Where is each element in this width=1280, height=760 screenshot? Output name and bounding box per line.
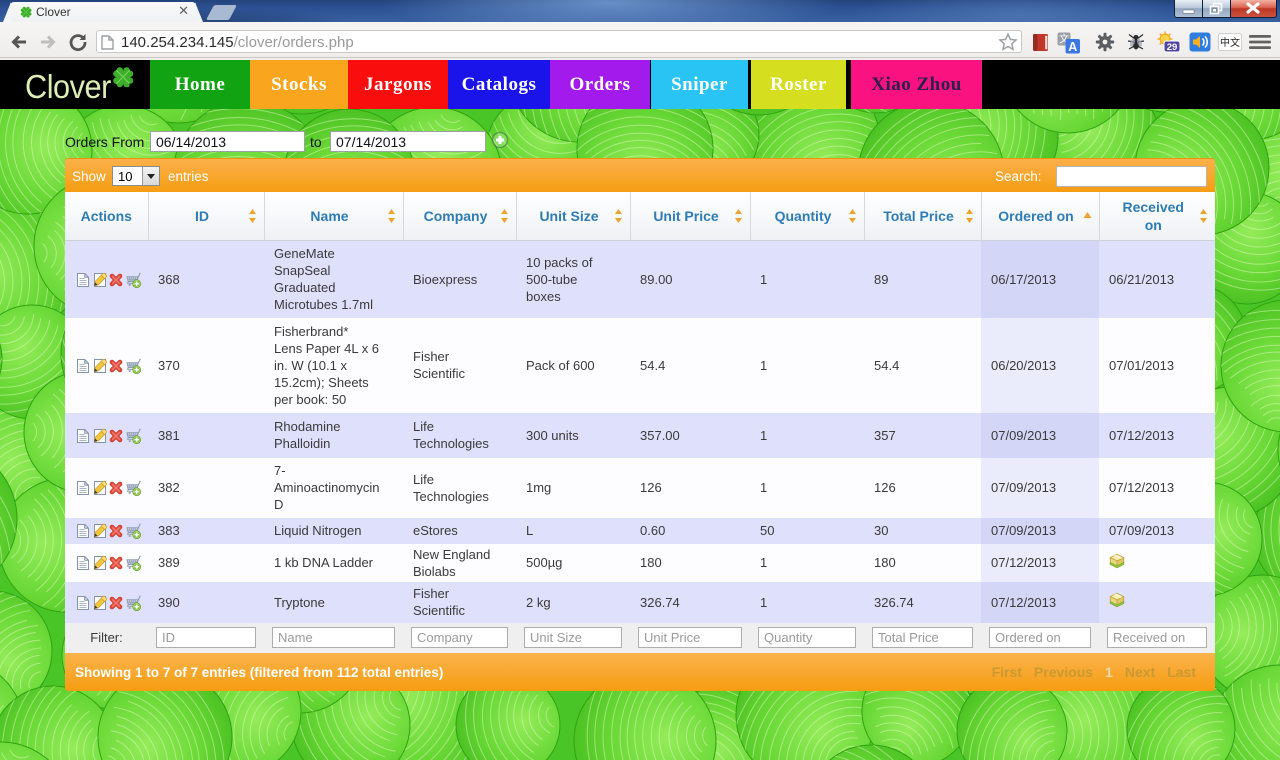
svg-text:29: 29 [1167,42,1178,53]
svg-text:A: A [1068,40,1077,54]
svg-text:中文: 中文 [1220,36,1240,49]
